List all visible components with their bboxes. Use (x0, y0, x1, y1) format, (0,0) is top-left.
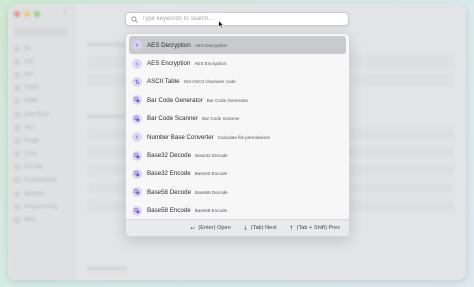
result-description: AES Decryption (194, 42, 228, 48)
result-name: AES Encryption (147, 60, 191, 68)
enter-key-icon: ↵ (190, 224, 196, 232)
keyboard-hints-footer: ↵ (Enter) Open ↓ (Tab) Next ↑ (Tab + Shi… (126, 219, 349, 236)
encode-icon (132, 95, 142, 106)
result-item-ascii-table[interactable]: ASCII Table Get ASCII character code (129, 73, 346, 91)
open-hint: ↵ (Enter) Open (190, 225, 230, 232)
command-search-bar[interactable] (125, 12, 349, 26)
result-name: Number Base Converter (147, 133, 214, 141)
open-hint-label: (Enter) Open (198, 225, 231, 231)
result-description: Base32 Decode (195, 153, 228, 159)
result-item-base32-encode[interactable]: Base32 Encode Base32 Encode (129, 165, 346, 183)
encode-icon (132, 205, 142, 216)
result-name: Bar Code Scanner (147, 115, 198, 123)
encode-icon (132, 113, 142, 124)
prev-hint-label: (Tab + Shift) Prev (296, 225, 340, 231)
result-description: Bar Code Scanner (201, 116, 240, 122)
search-icon (131, 15, 138, 23)
encode-icon (132, 168, 142, 179)
result-description: AES Encryption (194, 61, 227, 67)
result-description: Bar Code Generator (206, 97, 249, 103)
result-item-aes-encryption[interactable]: AES Encryption AES Encryption (129, 54, 346, 72)
result-name: Base32 Encode (147, 170, 191, 178)
result-name: ASCII Table (147, 78, 180, 86)
results-list: AES Decryption AES Decryption AES Encryp… (126, 34, 349, 220)
result-item-base58-decode[interactable]: Base58 Decode Base58 Decode (129, 183, 346, 201)
result-description: Base58 Decode (195, 189, 228, 195)
result-item-aes-decryption[interactable]: AES Decryption AES Decryption (129, 36, 346, 55)
next-hint-label: (Tab) Next (250, 225, 277, 231)
result-item-number-base-converter[interactable]: Number Base Converter Calculate file per… (129, 128, 346, 146)
result-description: Get ASCII character code (183, 79, 236, 85)
crypto-icon (132, 58, 142, 69)
arrow-up-icon: ↑ (288, 224, 294, 232)
text-icon (132, 76, 142, 87)
command-search-input[interactable] (142, 16, 332, 22)
result-name: Base58 Decode (147, 188, 192, 196)
command-results-panel: AES Decryption AES Decryption AES Encryp… (125, 33, 350, 237)
result-item-base58-encode[interactable]: Base58 Encode Base58 Encode (129, 202, 346, 220)
encode-icon (132, 187, 142, 198)
result-item-base32-decode[interactable]: Base32 Decode Base32 Decode (129, 146, 346, 164)
result-description: Calculate file permissions (217, 134, 270, 140)
result-name: Base58 Encode (147, 207, 191, 215)
mouse-pointer-icon (218, 20, 224, 29)
encode-icon (132, 150, 142, 161)
arrow-down-icon: ↓ (242, 224, 248, 232)
result-item-bar-code-generator[interactable]: Bar Code Generator Bar Code Generator (129, 91, 346, 109)
result-name: Base32 Decode (147, 152, 192, 160)
prev-hint: ↑ (Tab + Shift) Prev (289, 225, 340, 232)
result-name: AES Decryption (147, 41, 191, 49)
crypto-icon (132, 132, 142, 143)
result-description: Base58 Encode (194, 208, 228, 214)
next-hint: ↓ (Tab) Next (243, 225, 277, 232)
result-name: Bar Code Generator (147, 96, 203, 104)
result-description: Base32 Encode (194, 171, 228, 177)
crypto-icon (132, 40, 142, 51)
result-item-bar-code-scanner[interactable]: Bar Code Scanner Bar Code Scanner (129, 110, 346, 128)
